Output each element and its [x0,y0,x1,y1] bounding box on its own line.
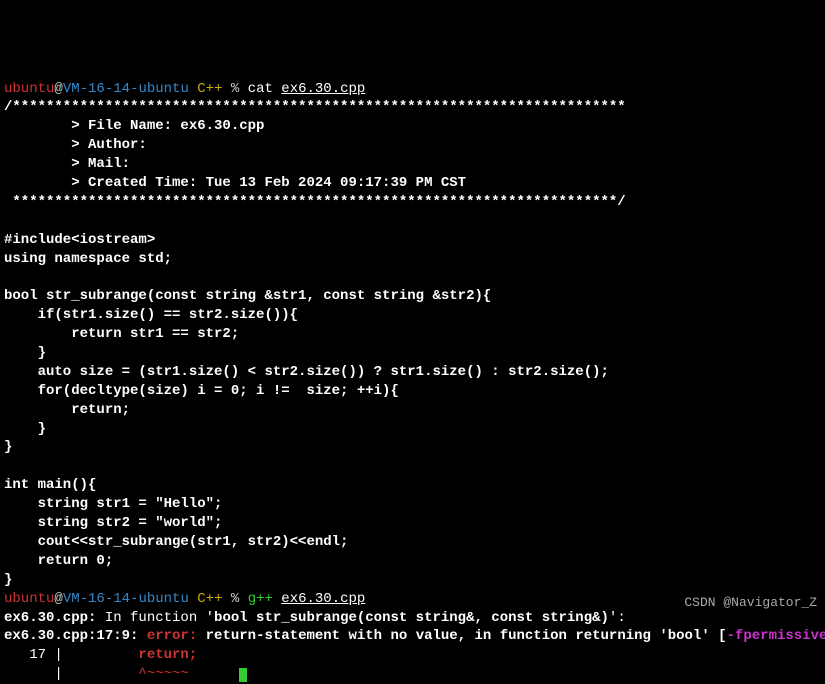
code-line: if(str1.size() == str2.size()){ [4,307,298,323]
prompt-line-1: ubuntu@VM-16-14-ubuntu C++ % cat ex6.30.… [4,81,365,97]
code-line: > Author: [4,137,147,153]
prompt-user: ubuntu [4,81,54,97]
prompt-pct: % [231,591,248,607]
context-lineno: 17 | [4,647,63,663]
caret-marker: ^~~~~~ [63,666,189,682]
code-line: bool str_subrange(const string &str1, co… [4,288,491,304]
prompt-user: ubuntu [4,591,54,607]
code-line: return str1 == str2; [4,326,239,342]
prompt-host: VM-16-14-ubuntu [63,81,189,97]
compile-type: bool [668,628,702,644]
terminal-cursor[interactable] [239,668,247,682]
code-line: > File Name: ex6.30.cpp [4,118,264,134]
compile-context: 17 | return; [4,647,197,663]
code-line: } [4,345,46,361]
prompt-pct: % [231,81,248,97]
code-line: #include<iostream> [4,232,155,248]
compile-text: ' [ [701,628,726,644]
compile-line-2: ex6.30.cpp:17:9: error: return-statement… [4,628,825,644]
code-line: /***************************************… [4,99,626,115]
compile-flag: -fpermissive [727,628,825,644]
compile-text: ': [609,610,626,626]
code-line: > Mail: [4,156,130,172]
prompt-dir: C++ [189,81,231,97]
compile-caret-line: | ^~~~~~ [4,666,189,682]
prompt-dir: C++ [189,591,231,607]
prompt-line-2: ubuntu@VM-16-14-ubuntu C++ % g++ ex6.30.… [4,591,365,607]
cmd-cat[interactable]: cat [248,81,282,97]
caret-prefix: | [4,666,63,682]
compile-text: In function ' [96,610,214,626]
code-line: } [4,439,12,455]
code-line: > Created Time: Tue 13 Feb 2024 09:17:39… [4,175,466,191]
compile-line-1: ex6.30.cpp: In function 'bool str_subran… [4,610,626,626]
cmd-file-1[interactable]: ex6.30.cpp [281,81,365,97]
cmd-file-2[interactable]: ex6.30.cpp [281,591,365,607]
code-line: } [4,421,46,437]
code-line: cout<<str_subrange(str1, str2)<<endl; [4,534,348,550]
context-code: return; [63,647,197,663]
compile-func: bool str_subrange(const string&, const s… [214,610,609,626]
compile-loc: ex6.30.cpp: [4,610,96,626]
prompt-at: @ [54,81,62,97]
compile-loc: ex6.30.cpp:17:9: [4,628,138,644]
code-line: string str1 = "Hello"; [4,496,222,512]
error-label: error: [147,628,197,644]
code-line: for(decltype(size) i = 0; i != size; ++i… [4,383,399,399]
prompt-host: VM-16-14-ubuntu [63,591,189,607]
compile-msg: return-statement with no value, in funct… [206,628,668,644]
code-line: auto size = (str1.size() < str2.size()) … [4,364,609,380]
code-line: } [4,572,12,588]
prompt-at: @ [54,591,62,607]
code-line: string str2 = "world"; [4,515,222,531]
code-line: int main(){ [4,477,96,493]
code-line: using namespace std; [4,251,172,267]
code-line: ****************************************… [4,194,626,210]
code-line: return; [4,402,130,418]
watermark: CSDN @Navigator_Z [684,594,817,612]
code-line: return 0; [4,553,113,569]
cmd-gpp[interactable]: g++ [248,591,282,607]
